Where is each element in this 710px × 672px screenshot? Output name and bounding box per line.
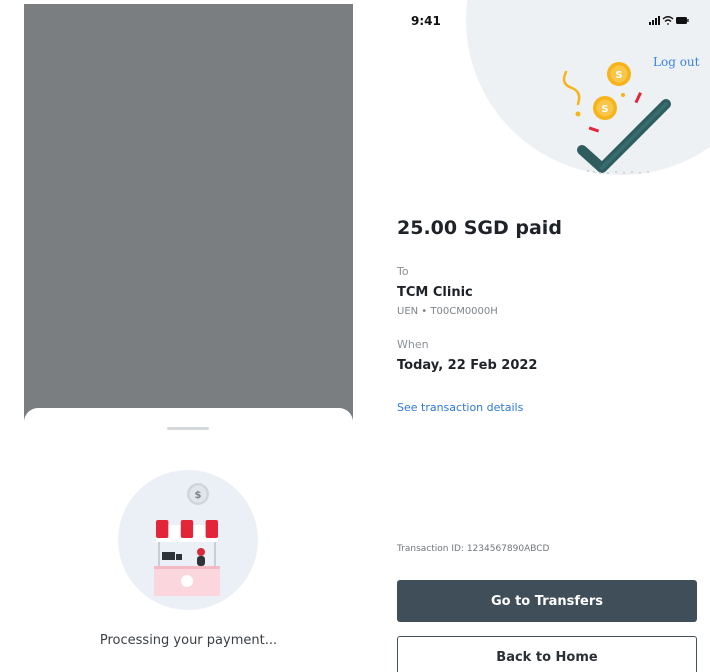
back-to-home-button[interactable]: Back to Home: [397, 636, 697, 672]
amount-paid-title: 25.00 SGD paid: [397, 217, 562, 239]
processing-screen: $ Processing your payment...: [24, 4, 353, 672]
merchant-name: TCM Clinic: [397, 285, 473, 300]
sheet-drag-handle[interactable]: [167, 427, 209, 430]
date-label: When: [397, 338, 429, 351]
market-stall-illustration: $: [118, 470, 258, 610]
signal-icon: [649, 16, 660, 25]
see-transaction-details-link[interactable]: See transaction details: [397, 401, 523, 414]
coin-icon: S: [593, 96, 617, 120]
coin-icon: $: [187, 483, 209, 505]
payment-success-illustration: S S: [562, 62, 671, 174]
go-to-transfers-button[interactable]: Go to Transfers: [397, 580, 697, 622]
recipient-label: To: [397, 265, 409, 278]
svg-text:S: S: [615, 70, 622, 81]
payment-success-screen: 9:41 Log out S S 25.00 SGD paid To TCM C…: [376, 0, 710, 672]
payment-date: Today, 22 Feb 2022: [397, 358, 538, 373]
processing-message: Processing your payment...: [99, 633, 278, 648]
battery-icon: [676, 17, 689, 24]
coin-icon: S: [607, 62, 631, 86]
transaction-id: Transaction ID: 1234567890ABCD: [397, 544, 550, 554]
status-bar-time: 9:41: [411, 14, 441, 28]
merchant-uen: UEN • T00CM0000H: [397, 306, 498, 317]
status-bar-icons: [649, 16, 689, 25]
wifi-icon: [662, 16, 674, 25]
dim-overlay[interactable]: [24, 4, 353, 424]
svg-text:S: S: [601, 104, 608, 115]
svg-text:$: $: [195, 490, 202, 501]
processing-bottom-sheet: $ Processing your payment...: [24, 408, 353, 672]
